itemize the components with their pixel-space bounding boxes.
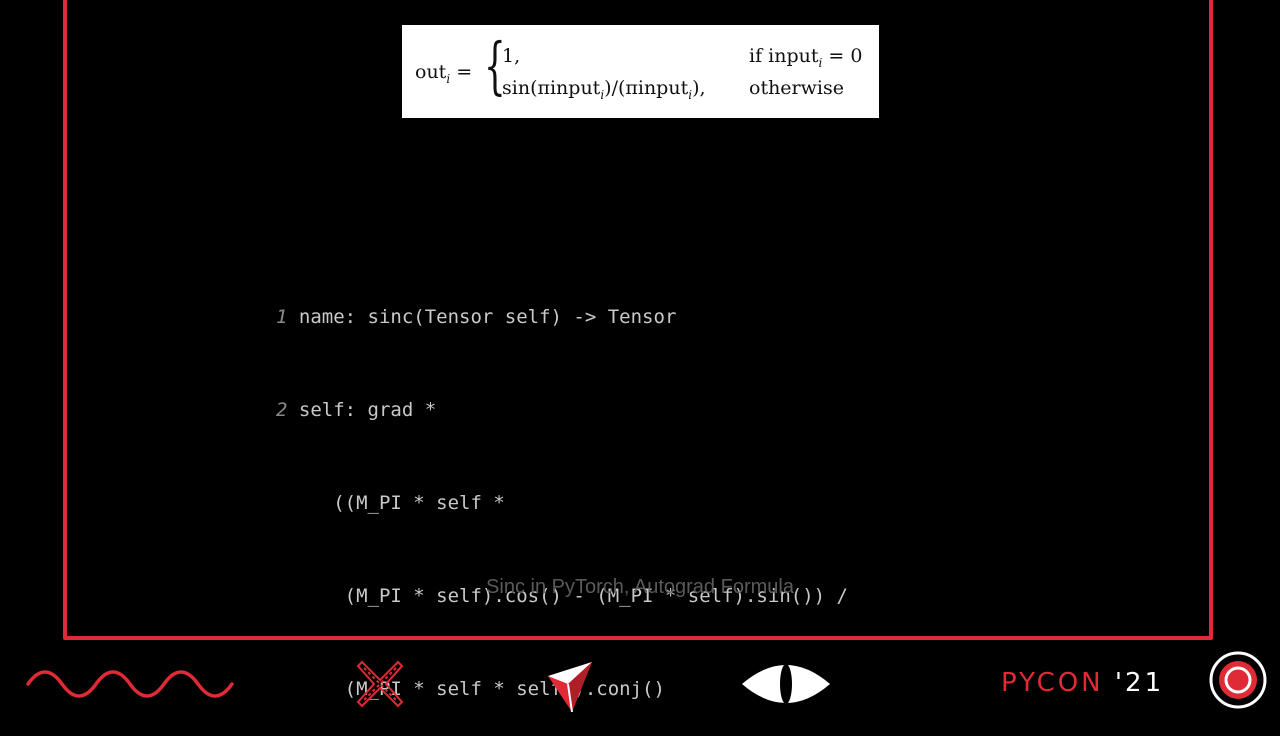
line-number: 2	[276, 399, 288, 421]
target-icon	[1209, 651, 1267, 709]
formula-case2-value: sin(πinputi)/(πinputi),	[502, 77, 706, 102]
formula-lhs: outi =	[415, 61, 473, 86]
pycon-brand: PYCON	[1001, 668, 1104, 698]
formula-case2-condition: otherwise	[749, 77, 844, 99]
eye-icon	[742, 664, 830, 704]
formula-case1-value: 1,	[502, 45, 521, 67]
triangle-logo-icon	[548, 662, 592, 713]
pycon-year: '21	[1103, 668, 1165, 698]
code-line: ((M_PI * self *	[276, 488, 848, 519]
code-text: ((M_PI * self *	[276, 492, 505, 514]
formula-image: outi = { 1, if inputi = 0 sin(πinputi)/(…	[402, 25, 879, 118]
wave-icon	[26, 670, 234, 698]
code-line: 2 self: grad *	[276, 395, 848, 426]
formula-case1-condition: if inputi = 0	[749, 45, 863, 70]
line-number: 1	[276, 306, 288, 328]
code-line: 1 name: sinc(Tensor self) -> Tensor	[276, 302, 848, 333]
pycon-logo-text: PYCON '21	[1001, 668, 1164, 698]
slide-caption: Sinc in PyTorch, Autograd Formula	[486, 576, 794, 598]
code-text: name: sinc(Tensor self) -> Tensor	[287, 306, 677, 328]
code-text: self: grad *	[287, 399, 437, 421]
code-text: (M_PI * self * self)).conj()	[276, 678, 665, 700]
x-cross-icon	[356, 660, 404, 708]
